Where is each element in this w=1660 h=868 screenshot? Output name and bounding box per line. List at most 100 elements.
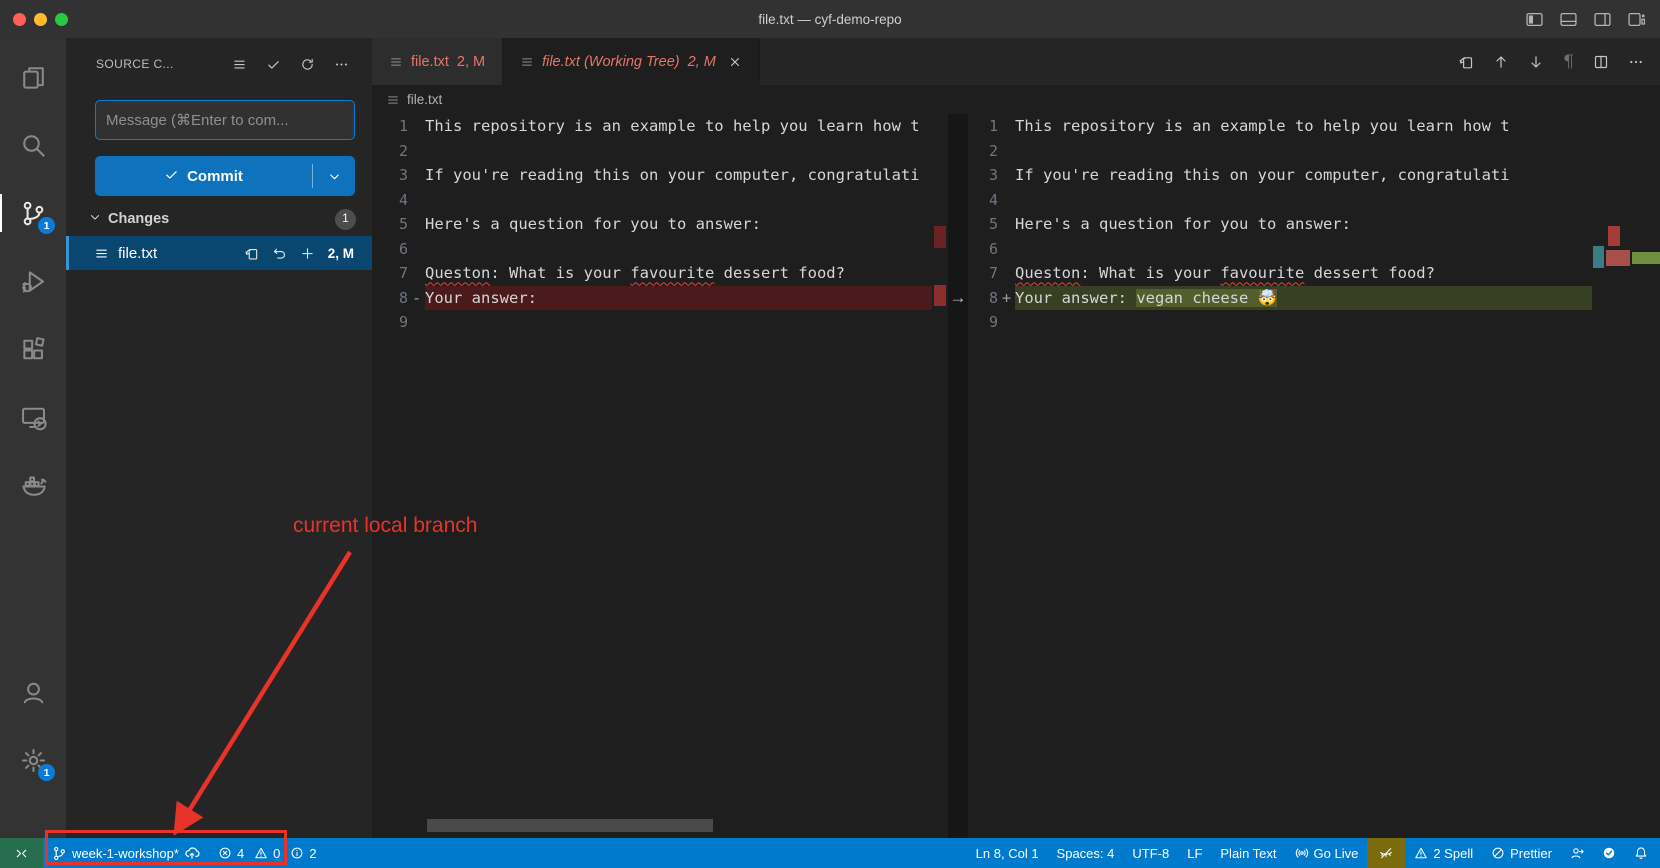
activity-badge: 1 xyxy=(38,764,55,781)
diff-editor: 1 This repository is an example to help y… xyxy=(372,114,1660,838)
activity-item-extensions[interactable] xyxy=(11,327,55,371)
status-cursor-position[interactable]: Ln 8, Col 1 xyxy=(967,838,1048,868)
view-as-tree-icon[interactable] xyxy=(232,57,247,72)
line-content: If you're reading this on your computer,… xyxy=(1015,163,1592,188)
status-indentation[interactable]: Spaces: 4 xyxy=(1048,838,1124,868)
misspelled-word: favourite xyxy=(630,264,714,282)
commit-message-input[interactable] xyxy=(95,100,355,140)
changes-section-header[interactable]: Changes 1 xyxy=(66,202,372,236)
editor-line-8: 8-Your answer: xyxy=(372,286,948,311)
open-file-icon[interactable] xyxy=(244,246,259,261)
discard-changes-icon[interactable] xyxy=(272,246,287,261)
activity-bar: 1 1 xyxy=(0,38,66,838)
line-number: 2 xyxy=(372,142,408,160)
toggle-panel-icon[interactable] xyxy=(1560,11,1577,28)
open-changes-icon[interactable] xyxy=(1458,54,1474,70)
file-icon xyxy=(386,93,400,107)
diff-modified-pane[interactable]: 1This repository is an example to help y… xyxy=(968,114,1660,838)
status-spell-checker[interactable]: 2 Spell xyxy=(1405,838,1482,868)
breadcrumb-item: file.txt xyxy=(407,92,442,107)
activity-item-accounts[interactable] xyxy=(11,670,55,714)
toggle-primary-sidebar-icon[interactable] xyxy=(1526,11,1543,28)
status-prettier[interactable]: Prettier xyxy=(1482,838,1561,868)
editor-line-5: 5Here's a question for you to answer: xyxy=(968,212,1660,237)
status-branch[interactable]: week-1-workshop* xyxy=(43,838,209,868)
line-number: 6 xyxy=(968,240,998,258)
warning-count: 0 xyxy=(273,846,280,861)
file-icon xyxy=(520,55,534,69)
info-count: 2 xyxy=(309,846,316,861)
activity-item-remote-explorer[interactable] xyxy=(11,395,55,439)
status-eye-toggle[interactable] xyxy=(1367,838,1405,868)
person-arrow-icon xyxy=(1570,846,1584,860)
editor-line-3: 3If you're reading this on your computer… xyxy=(372,163,948,188)
status-label: UTF-8 xyxy=(1132,846,1169,861)
line-content xyxy=(425,310,932,335)
status-encoding[interactable]: UTF-8 xyxy=(1123,838,1178,868)
activity-item-search[interactable] xyxy=(11,123,55,167)
titlebar-layout-controls xyxy=(1526,11,1660,28)
toggle-whitespace-icon[interactable]: ¶ xyxy=(1563,52,1574,72)
warning-icon xyxy=(254,846,268,860)
overview-ruler-mark xyxy=(1632,252,1660,264)
diff-change-arrow[interactable]: → xyxy=(944,285,972,310)
activity-item-docker[interactable] xyxy=(11,463,55,507)
activity-item-settings[interactable]: 1 xyxy=(11,738,55,782)
diff-sign: - xyxy=(408,289,425,307)
editor-line-5: 5Here's a question for you to answer: xyxy=(372,212,948,237)
info-icon xyxy=(290,846,304,860)
line-number: 1 xyxy=(372,117,408,135)
status-eol[interactable]: LF xyxy=(1178,838,1211,868)
commit-check-icon[interactable] xyxy=(266,57,281,72)
editor-toolbar: ¶ xyxy=(1458,38,1660,85)
warning-icon xyxy=(1414,846,1428,860)
file-name: file.txt xyxy=(118,245,157,262)
branch-name: week-1-workshop* xyxy=(72,846,179,861)
status-format-ok[interactable] xyxy=(1593,838,1625,868)
activity-item-explorer[interactable] xyxy=(11,55,55,99)
inserted-text: vegan cheese 🤯 xyxy=(1136,289,1277,307)
customize-layout-icon[interactable] xyxy=(1628,11,1645,28)
status-label: Ln 8, Col 1 xyxy=(976,846,1039,861)
annotation-label: current local branch xyxy=(293,514,477,538)
more-actions-icon[interactable] xyxy=(1628,54,1644,70)
horizontal-scrollbar[interactable] xyxy=(427,819,713,832)
changed-file-row[interactable]: file.txt 2, M xyxy=(66,236,372,270)
editor-line-4: 4 xyxy=(968,188,1660,213)
original-lines: 1This repository is an example to help y… xyxy=(372,114,948,335)
status-label: 2 Spell xyxy=(1433,846,1473,861)
line-content: This repository is an example to help yo… xyxy=(1015,114,1592,139)
status-language-mode[interactable]: Plain Text xyxy=(1211,838,1285,868)
editor-line-2: 2 xyxy=(968,139,1660,164)
status-problems[interactable]: 4 0 2 xyxy=(209,838,326,868)
commit-dropdown-button[interactable] xyxy=(313,169,355,184)
line-number: 6 xyxy=(372,240,408,258)
stage-changes-icon[interactable] xyxy=(300,246,315,261)
more-actions-icon[interactable] xyxy=(334,57,349,72)
commit-button[interactable]: Commit xyxy=(95,156,355,196)
split-editor-icon[interactable] xyxy=(1593,54,1609,70)
next-change-icon[interactable] xyxy=(1528,54,1544,70)
close-icon[interactable] xyxy=(728,55,742,69)
status-remote-indicator[interactable] xyxy=(0,838,43,868)
activity-item-source-control[interactable]: 1 xyxy=(11,191,55,235)
breadcrumb[interactable]: file.txt xyxy=(372,85,1660,114)
status-notifications[interactable] xyxy=(1625,838,1657,868)
tab-file-txt-index[interactable]: file.txt 2, M xyxy=(372,38,503,85)
status-go-live[interactable]: Go Live xyxy=(1286,838,1368,868)
status-feedback[interactable] xyxy=(1561,838,1593,868)
misspelled-word: Queston xyxy=(1015,264,1080,282)
refresh-icon[interactable] xyxy=(300,57,315,72)
activity-badge: 1 xyxy=(38,217,55,234)
toggle-secondary-sidebar-icon[interactable] xyxy=(1594,11,1611,28)
previous-change-icon[interactable] xyxy=(1493,54,1509,70)
tab-file-txt-working-tree[interactable]: file.txt (Working Tree) 2, M xyxy=(503,38,760,85)
activity-item-run-and-debug[interactable] xyxy=(11,259,55,303)
file-status: 2, M xyxy=(328,246,354,261)
diff-sash[interactable] xyxy=(948,114,968,838)
diff-original-pane[interactable]: 1This repository is an example to help y… xyxy=(372,114,948,838)
tab-label: file.txt xyxy=(411,54,449,70)
editor-line-7: 7Queston: What is your favourite dessert… xyxy=(968,261,1660,286)
line-content xyxy=(425,188,932,213)
editor-line-7: 7Queston: What is your favourite dessert… xyxy=(372,261,948,286)
